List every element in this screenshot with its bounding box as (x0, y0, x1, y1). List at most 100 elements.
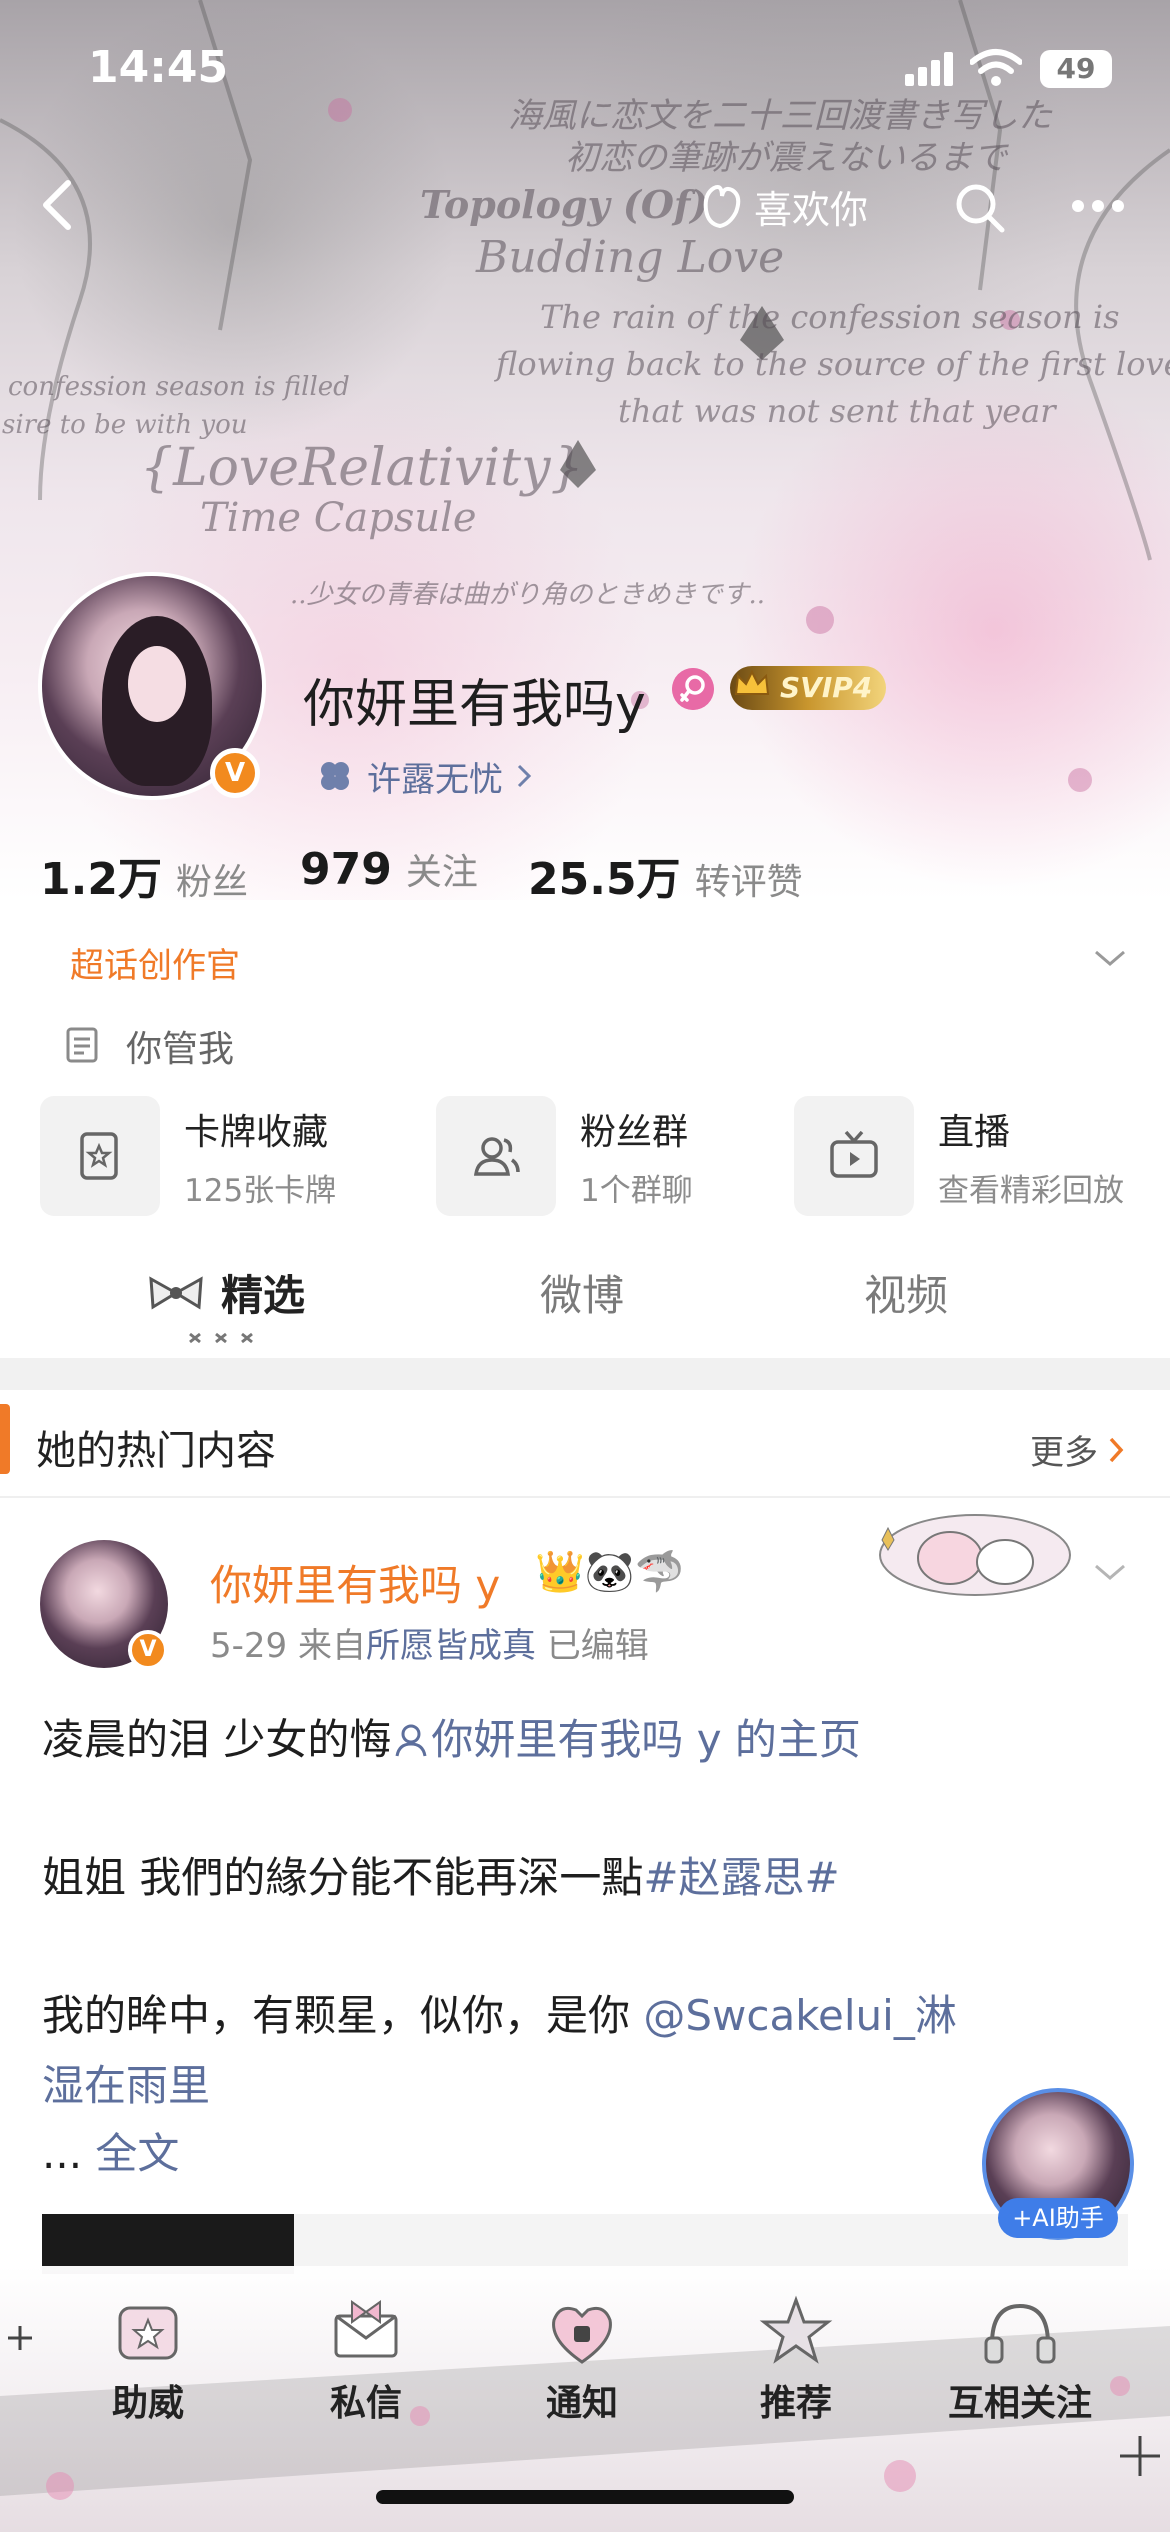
role-title-link[interactable]: 超话创作官 (70, 938, 240, 987)
banner-text-line: Time Capsule (200, 495, 477, 541)
document-icon (66, 1027, 98, 1063)
more-icon[interactable] (1070, 196, 1126, 216)
banner-text-line: flowing back to the source of the first … (496, 345, 1170, 383)
post-text-line: 湿在雨里 (42, 2052, 210, 2113)
tv-play-icon (830, 1130, 878, 1178)
super-topic-tag[interactable]: 许露无忧 (315, 748, 533, 804)
feature-subtitle: 查看精彩回放 (938, 1172, 1124, 1209)
group-users-icon (473, 1137, 520, 1176)
headphones-icon (984, 2303, 1056, 2364)
tab-featured[interactable]: 精选 (145, 1262, 305, 1323)
group-icon-box (436, 1096, 556, 1216)
card-icon-box (40, 1096, 160, 1216)
banner-text-line: {LoveRelativity} (140, 438, 584, 498)
banner-text-line: The rain of the confession season is (540, 298, 1120, 336)
bottom-nav-cheer[interactable]: 助威 (68, 2282, 228, 2426)
chevron-right-icon (1109, 1437, 1124, 1462)
envelope-bow-icon (334, 2300, 398, 2358)
wifi-icon (970, 49, 1022, 86)
post-text-line: 我的眸中，有颗星，似你，是你 @Swcakelui_淋 (42, 1982, 957, 2043)
tab-featured-label: 精选 (221, 1271, 306, 1320)
banner-text-line: Budding Love (476, 232, 785, 283)
cheer-sticker-icon (118, 2306, 178, 2360)
profile-name: 你妍里有我吗y (303, 675, 646, 735)
bottom-nav-notifications[interactable]: 通知 (502, 2282, 662, 2426)
stat-number: 1.2万 (40, 854, 162, 905)
post-meta: 5-29 来自所愿皆成真 已编辑 (210, 1618, 649, 1667)
tab-video[interactable]: 视频 (864, 1262, 948, 1323)
post-image[interactable] (42, 2214, 294, 2274)
mention-link-continued[interactable]: 湿在雨里 (42, 2061, 210, 2110)
post-edited: 已编辑 (546, 1626, 649, 1666)
feature-title: 直播 (938, 1111, 1011, 1153)
stat-interactions[interactable]: 25.5万 转评赞 (528, 843, 803, 907)
post-date: 5-29 (210, 1626, 288, 1666)
divider (0, 1496, 1170, 1498)
stat-following[interactable]: 979 关注 (300, 843, 478, 895)
chevron-right-icon (517, 764, 532, 788)
post-text-line: 凌晨的泪 少女的悔 你妍里有我吗 y 的主页 (42, 1706, 861, 1767)
stat-number: 979 (300, 844, 392, 895)
feature-fan-group[interactable]: 粉丝群 1个群聊 (436, 1096, 693, 1216)
card-star-icon (80, 1132, 118, 1180)
bottom-nav-label: 助威 (111, 2383, 184, 2424)
stat-label: 关注 (405, 852, 478, 893)
feature-title: 卡牌收藏 (184, 1111, 329, 1153)
status-time: 14:45 (88, 42, 229, 93)
feature-subtitle: 125张卡牌 (184, 1172, 337, 1209)
super-topic-label: 许露无忧 (367, 759, 503, 800)
like-you-button[interactable]: 喜欢你 (700, 178, 868, 234)
post-text: 我的眸中，有颗星，似你，是你 (42, 1991, 644, 2040)
hashtag-link[interactable]: #赵露思# (643, 1853, 839, 1902)
ai-assistant-label[interactable]: +AI助手 (998, 2198, 1118, 2238)
banner-text-line: confession season is filled (8, 372, 350, 402)
search-icon[interactable] (952, 180, 1008, 236)
heart-lock-icon (552, 2306, 612, 2364)
post-text: 姐姐 我們的緣分能不能再深一點 (42, 1853, 644, 1902)
crown-icon (734, 669, 770, 695)
chevron-down-icon[interactable] (1092, 1560, 1128, 1584)
signal-icon (905, 52, 953, 86)
user-home-link-label: 你妍里有我吗 y 的主页 (431, 1715, 861, 1764)
banner-text-line: ..少女の青春は曲がり角のときめきです.. (290, 580, 766, 610)
feature-title: 粉丝群 (580, 1111, 689, 1153)
post-source[interactable]: 所愿皆成真 (366, 1626, 536, 1666)
stat-label: 转评赞 (694, 862, 803, 903)
hand-heart-icon (703, 185, 741, 229)
feature-subtitle: 1个群聊 (580, 1172, 693, 1209)
decorative-sticker (879, 1514, 1071, 1596)
mention-link[interactable]: @Swcakelui_淋 (643, 1991, 956, 2040)
post-text-line: ... 全文 (42, 2120, 179, 2181)
user-icon (395, 1724, 427, 1757)
post-text-line: 姐姐 我們的緣分能不能再深一點#赵露思# (42, 1844, 840, 1905)
bottom-nav-label: 互相关注 (947, 2383, 1092, 2424)
tab-weibo[interactable]: 微博 (540, 1262, 624, 1323)
banner-text-line: Topology (Of) (420, 182, 709, 227)
full-text-link[interactable]: 全文 (95, 2129, 179, 2178)
bottom-nav-label: 推荐 (759, 2383, 832, 2424)
bow-icon (149, 1275, 203, 1310)
bottom-nav-mutual-follow[interactable]: 互相关注 (940, 2282, 1100, 2426)
post-text: 凌晨的泪 少女的悔 (42, 1715, 392, 1764)
bottom-nav-recommend[interactable]: 推荐 (716, 2282, 876, 2426)
feature-live[interactable]: 直播 查看精彩回放 (794, 1096, 1124, 1216)
chevron-down-icon[interactable] (1092, 946, 1128, 970)
avatar-face (128, 646, 186, 722)
verified-badge: V (128, 1630, 168, 1670)
like-you-label: 喜欢你 (754, 187, 869, 232)
home-indicator[interactable] (376, 2490, 794, 2504)
more-label: 更多 (1030, 1433, 1098, 1473)
star-sticker-icon (759, 2295, 833, 2364)
user-home-link[interactable]: 你妍里有我吗 y 的主页 (391, 1715, 861, 1764)
battery-indicator: 49 (1040, 50, 1112, 88)
stat-fans[interactable]: 1.2万 粉丝 (40, 843, 248, 907)
banner-text-line: 初恋の筆跡が震えないるまで (565, 138, 1007, 178)
section-accent-bar (0, 1404, 10, 1474)
back-icon[interactable] (30, 175, 90, 235)
post-author-name[interactable]: 你妍里有我吗 y (210, 1552, 500, 1613)
more-link[interactable]: 更多 (1030, 1425, 1126, 1474)
hot-content-title: 她的热门内容 (36, 1428, 276, 1474)
stat-label: 粉丝 (175, 862, 248, 903)
feature-card-collection[interactable]: 卡牌收藏 125张卡牌 (40, 1096, 336, 1216)
bottom-nav-messages[interactable]: 私信 (286, 2282, 446, 2426)
